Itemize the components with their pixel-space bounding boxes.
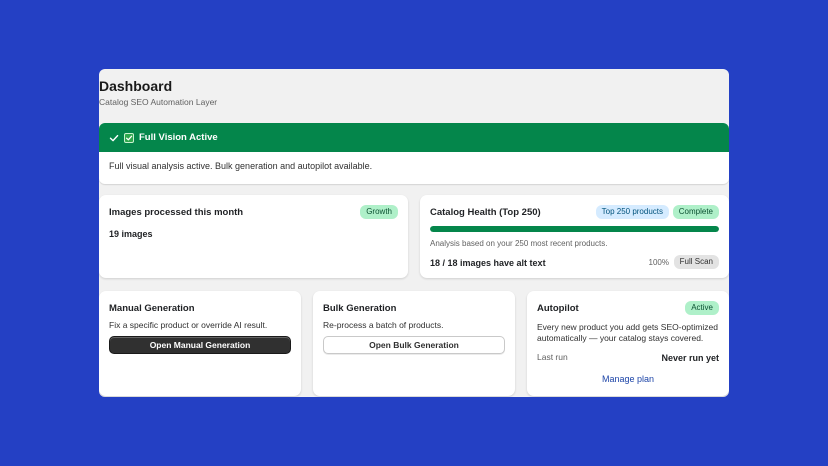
banner-message: Full visual analysis active. Bulk genera…	[109, 161, 373, 171]
checkbox-icon	[124, 132, 134, 143]
last-run-value: Never run yet	[661, 353, 719, 363]
manage-plan-link[interactable]: Manage plan	[602, 374, 654, 384]
scope-badge: Top 250 products	[595, 205, 669, 219]
images-count: 19 images	[109, 229, 153, 239]
health-percent: 100%	[648, 258, 669, 267]
autopilot-card-title: Autopilot	[537, 303, 579, 314]
page-title: Dashboard	[99, 78, 173, 94]
open-manual-generation-button[interactable]: Open Manual Generation	[109, 336, 291, 354]
bulk-generation-card: Bulk Generation Re-process a batch of pr…	[313, 291, 515, 396]
banner-header: Full Vision Active	[99, 123, 729, 152]
manual-generation-card: Manual Generation Fix a specific product…	[99, 291, 301, 396]
health-progress-bar	[430, 226, 719, 232]
complete-badge: Complete	[672, 205, 719, 219]
check-icon	[109, 134, 119, 141]
health-card-title: Catalog Health (Top 250)	[430, 207, 541, 218]
bulk-card-title: Bulk Generation	[323, 303, 397, 314]
last-run-label: Last run	[537, 352, 568, 362]
banner-title: Full Vision Active	[139, 132, 218, 143]
status-banner: Full Vision Active Full visual analysis …	[99, 123, 729, 184]
open-bulk-generation-button[interactable]: Open Bulk Generation	[323, 336, 505, 354]
autopilot-active-badge: Active	[685, 301, 719, 315]
page-subtitle: Catalog SEO Automation Layer	[99, 97, 218, 107]
manual-card-description: Fix a specific product or override AI re…	[109, 320, 268, 330]
images-card-title: Images processed this month	[109, 207, 244, 218]
bulk-card-description: Re-process a batch of products.	[323, 320, 444, 330]
autopilot-card: Autopilot Active Every new product you a…	[527, 291, 729, 396]
health-progress-fill	[430, 226, 719, 232]
images-processed-card: Images processed this month Growth 19 im…	[99, 195, 408, 278]
dashboard-panel: Dashboard Catalog SEO Automation Layer F…	[99, 69, 729, 397]
catalog-health-card: Catalog Health (Top 250) Top 250 product…	[420, 195, 729, 278]
health-note: Analysis based on your 250 most recent p…	[430, 239, 608, 248]
full-scan-badge: Full Scan	[673, 255, 719, 269]
manual-card-title: Manual Generation	[109, 303, 195, 314]
alt-text-summary: 18 / 18 images have alt text	[430, 258, 546, 268]
growth-badge: Growth	[360, 205, 398, 219]
autopilot-description: Every new product you add gets SEO-optim…	[537, 322, 718, 343]
